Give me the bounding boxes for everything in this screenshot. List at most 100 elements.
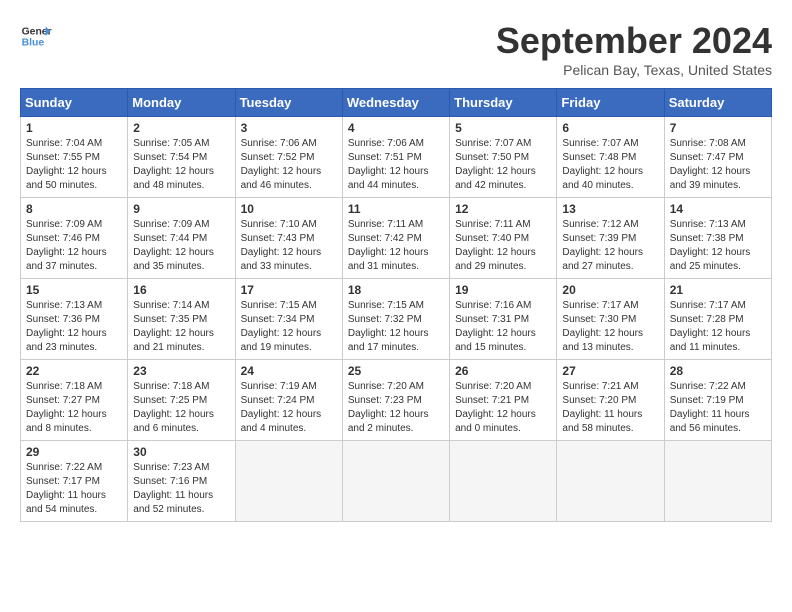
month-title: September 2024 [496, 20, 772, 62]
day-number: 11 [348, 202, 444, 216]
day-header: Friday [557, 89, 664, 117]
day-number: 23 [133, 364, 229, 378]
calendar-day: 22 Sunrise: 7:18 AMSunset: 7:27 PMDayligh… [21, 360, 128, 441]
day-info: Sunrise: 7:12 AMSunset: 7:39 PMDaylight:… [562, 218, 658, 274]
day-number: 27 [562, 364, 658, 378]
day-number: 20 [562, 283, 658, 297]
day-info: Sunrise: 7:05 AMSunset: 7:54 PMDaylight:… [133, 137, 229, 193]
day-number: 6 [562, 121, 658, 135]
day-info: Sunrise: 7:13 AMSunset: 7:36 PMDaylight:… [26, 299, 122, 355]
day-header: Tuesday [235, 89, 342, 117]
calendar-day: 4 Sunrise: 7:06 AMSunset: 7:51 PMDaylight… [342, 117, 449, 198]
day-number: 25 [348, 364, 444, 378]
day-info: Sunrise: 7:04 AMSunset: 7:55 PMDaylight:… [26, 137, 122, 193]
day-info: Sunrise: 7:17 AMSunset: 7:30 PMDaylight:… [562, 299, 658, 355]
calendar-day: 10 Sunrise: 7:10 AMSunset: 7:43 PMDayligh… [235, 198, 342, 279]
day-number: 17 [241, 283, 337, 297]
calendar-day: 3Sunrise: 7:06 AMSunset: 7:52 PMDaylight… [235, 117, 342, 198]
day-info: Sunrise: 7:13 AMSunset: 7:38 PMDaylight:… [670, 218, 766, 274]
svg-text:Blue: Blue [22, 38, 45, 49]
calendar-day: 21 Sunrise: 7:17 AMSunset: 7:28 PMDayligh… [664, 279, 771, 360]
day-number: 3 [241, 121, 337, 135]
calendar-week-row: 15 Sunrise: 7:13 AMSunset: 7:36 PMDayligh… [21, 279, 772, 360]
calendar-day: 27 Sunrise: 7:21 AMSunset: 7:20 PMDayligh… [557, 360, 664, 441]
day-number: 9 [133, 202, 229, 216]
day-number: 30 [133, 445, 229, 459]
calendar-day: 30 Sunrise: 7:23 AMSunset: 7:16 PMDayligh… [128, 441, 235, 522]
calendar-week-row: 1 Sunrise: 7:04 AMSunset: 7:55 PMDaylight… [21, 117, 772, 198]
calendar-day [557, 441, 664, 522]
day-number: 2 [133, 121, 229, 135]
calendar-day: 23 Sunrise: 7:18 AMSunset: 7:25 PMDayligh… [128, 360, 235, 441]
calendar-day: 18Sunrise: 7:15 AMSunset: 7:32 PMDayligh… [342, 279, 449, 360]
day-number: 7 [670, 121, 766, 135]
calendar-day: 8 Sunrise: 7:09 AMSunset: 7:46 PMDaylight… [21, 198, 128, 279]
calendar-day: 29Sunrise: 7:22 AMSunset: 7:17 PMDayligh… [21, 441, 128, 522]
day-info: Sunrise: 7:18 AMSunset: 7:27 PMDaylight:… [26, 380, 122, 436]
day-info: Sunrise: 7:07 AMSunset: 7:48 PMDaylight:… [562, 137, 658, 193]
day-number: 16 [133, 283, 229, 297]
day-number: 13 [562, 202, 658, 216]
day-info: Sunrise: 7:15 AMSunset: 7:34 PMDaylight:… [241, 299, 337, 355]
calendar-day: 24Sunrise: 7:19 AMSunset: 7:24 PMDayligh… [235, 360, 342, 441]
calendar-day: 15 Sunrise: 7:13 AMSunset: 7:36 PMDayligh… [21, 279, 128, 360]
calendar-day: 19 Sunrise: 7:16 AMSunset: 7:31 PMDayligh… [450, 279, 557, 360]
day-header: Monday [128, 89, 235, 117]
calendar-day: 9 Sunrise: 7:09 AMSunset: 7:44 PMDaylight… [128, 198, 235, 279]
day-info: Sunrise: 7:11 AMSunset: 7:40 PMDaylight:… [455, 218, 551, 274]
calendar-day: 6 Sunrise: 7:07 AMSunset: 7:48 PMDaylight… [557, 117, 664, 198]
day-info: Sunrise: 7:10 AMSunset: 7:43 PMDaylight:… [241, 218, 337, 274]
day-info: Sunrise: 7:15 AMSunset: 7:32 PMDaylight:… [348, 299, 444, 355]
day-header: Thursday [450, 89, 557, 117]
day-number: 28 [670, 364, 766, 378]
header: General Blue September 2024 Pelican Bay,… [20, 20, 772, 78]
day-info: Sunrise: 7:17 AMSunset: 7:28 PMDaylight:… [670, 299, 766, 355]
calendar-day [235, 441, 342, 522]
title-block: September 2024 Pelican Bay, Texas, Unite… [496, 20, 772, 78]
day-info: Sunrise: 7:08 AMSunset: 7:47 PMDaylight:… [670, 137, 766, 193]
day-info: Sunrise: 7:14 AMSunset: 7:35 PMDaylight:… [133, 299, 229, 355]
header-row: SundayMondayTuesdayWednesdayThursdayFrid… [21, 89, 772, 117]
calendar-day: 26 Sunrise: 7:20 AMSunset: 7:21 PMDayligh… [450, 360, 557, 441]
calendar-day: 2 Sunrise: 7:05 AMSunset: 7:54 PMDaylight… [128, 117, 235, 198]
day-number: 26 [455, 364, 551, 378]
calendar-day: 7 Sunrise: 7:08 AMSunset: 7:47 PMDaylight… [664, 117, 771, 198]
day-number: 21 [670, 283, 766, 297]
day-number: 1 [26, 121, 122, 135]
day-info: Sunrise: 7:20 AMSunset: 7:21 PMDaylight:… [455, 380, 551, 436]
day-info: Sunrise: 7:23 AMSunset: 7:16 PMDaylight:… [133, 461, 229, 517]
calendar-day [664, 441, 771, 522]
calendar-table: SundayMondayTuesdayWednesdayThursdayFrid… [20, 88, 772, 522]
day-number: 8 [26, 202, 122, 216]
day-info: Sunrise: 7:09 AMSunset: 7:46 PMDaylight:… [26, 218, 122, 274]
calendar-day: 1 Sunrise: 7:04 AMSunset: 7:55 PMDaylight… [21, 117, 128, 198]
day-number: 14 [670, 202, 766, 216]
calendar-day: 5Sunrise: 7:07 AMSunset: 7:50 PMDaylight… [450, 117, 557, 198]
calendar-day: 28Sunrise: 7:22 AMSunset: 7:19 PMDayligh… [664, 360, 771, 441]
day-info: Sunrise: 7:21 AMSunset: 7:20 PMDaylight:… [562, 380, 658, 436]
calendar-day: 16 Sunrise: 7:14 AMSunset: 7:35 PMDayligh… [128, 279, 235, 360]
day-info: Sunrise: 7:16 AMSunset: 7:31 PMDaylight:… [455, 299, 551, 355]
calendar-day [450, 441, 557, 522]
day-info: Sunrise: 7:18 AMSunset: 7:25 PMDaylight:… [133, 380, 229, 436]
day-info: Sunrise: 7:09 AMSunset: 7:44 PMDaylight:… [133, 218, 229, 274]
calendar-week-row: 29Sunrise: 7:22 AMSunset: 7:17 PMDayligh… [21, 441, 772, 522]
day-number: 19 [455, 283, 551, 297]
location: Pelican Bay, Texas, United States [496, 62, 772, 78]
day-info: Sunrise: 7:06 AMSunset: 7:51 PMDaylight:… [348, 137, 444, 193]
logo-icon: General Blue [20, 20, 52, 52]
logo: General Blue [20, 20, 52, 52]
day-info: Sunrise: 7:22 AMSunset: 7:17 PMDaylight:… [26, 461, 122, 517]
day-number: 15 [26, 283, 122, 297]
day-number: 12 [455, 202, 551, 216]
day-number: 22 [26, 364, 122, 378]
day-header: Sunday [21, 89, 128, 117]
day-number: 10 [241, 202, 337, 216]
day-number: 4 [348, 121, 444, 135]
day-info: Sunrise: 7:07 AMSunset: 7:50 PMDaylight:… [455, 137, 551, 193]
day-header: Wednesday [342, 89, 449, 117]
day-info: Sunrise: 7:19 AMSunset: 7:24 PMDaylight:… [241, 380, 337, 436]
calendar-day [342, 441, 449, 522]
calendar-day: 13 Sunrise: 7:12 AMSunset: 7:39 PMDayligh… [557, 198, 664, 279]
calendar-week-row: 22 Sunrise: 7:18 AMSunset: 7:27 PMDayligh… [21, 360, 772, 441]
